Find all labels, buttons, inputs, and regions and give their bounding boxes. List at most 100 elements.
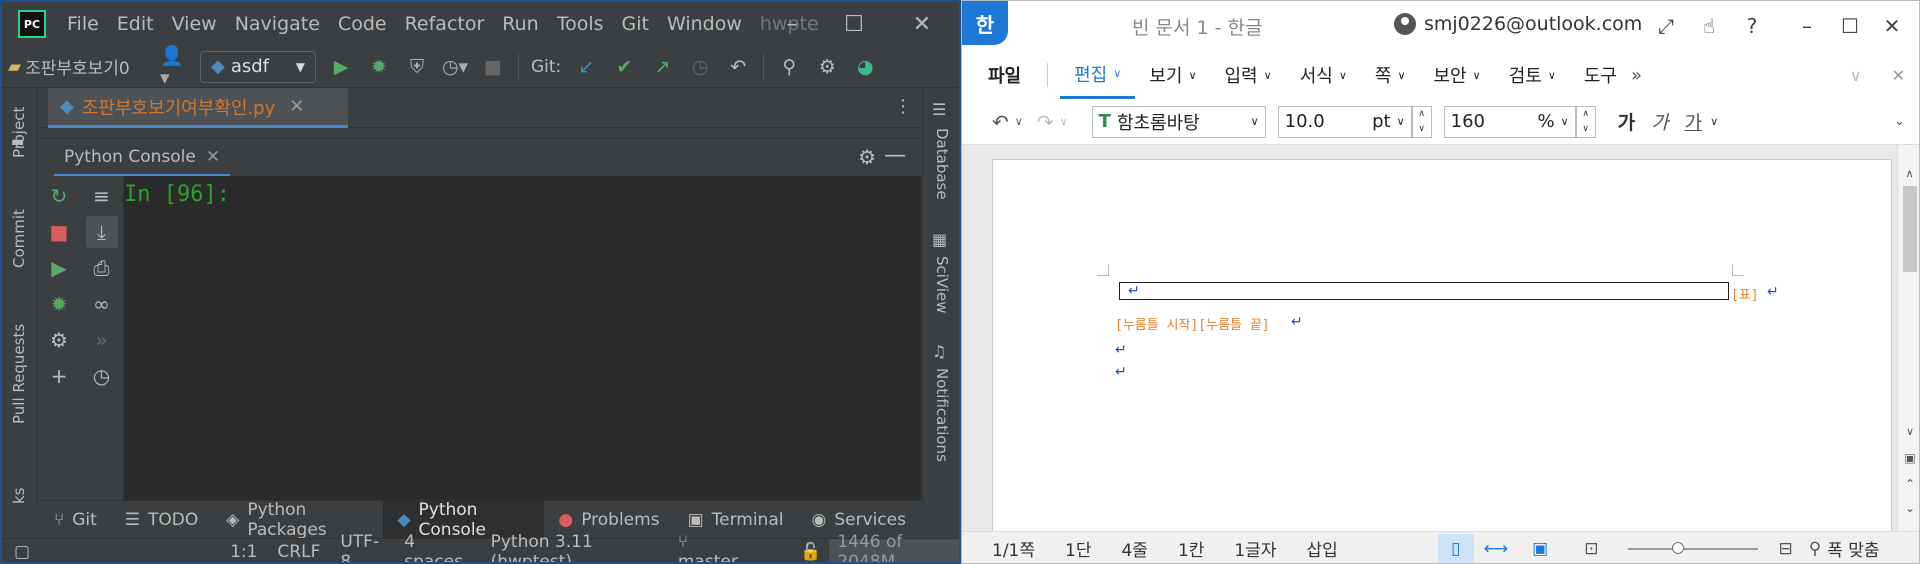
- git-push-icon[interactable]: ↗: [647, 52, 677, 82]
- lock-icon[interactable]: 🔓: [800, 542, 821, 562]
- git-update-icon[interactable]: ↙: [571, 52, 601, 82]
- project-selector[interactable]: ▰ 조판부호보기0: [8, 54, 156, 80]
- underline-button[interactable]: 가: [1685, 108, 1702, 135]
- close-tab-icon[interactable]: ✕: [289, 96, 304, 117]
- minimize-button[interactable]: –: [1787, 9, 1827, 43]
- settings-icon[interactable]: ⚙: [812, 52, 842, 82]
- prev-page-icon[interactable]: ⌃: [1898, 477, 1919, 491]
- soft-wrap-icon[interactable]: ≡: [87, 180, 117, 212]
- profile-icon[interactable]: ◷▾: [440, 52, 470, 82]
- fullscreen-icon[interactable]: ⤢: [1646, 9, 1686, 43]
- hand-icon[interactable]: ☝: [1689, 9, 1729, 43]
- search-icon[interactable]: ⚲: [1809, 539, 1821, 559]
- settings-icon[interactable]: ⚙: [44, 324, 74, 356]
- account[interactable]: smj0226@outlook.com: [1394, 13, 1642, 35]
- next-page-icon[interactable]: ⌄: [1898, 501, 1919, 515]
- close-tab-icon[interactable]: ✕: [206, 147, 220, 167]
- menu-file[interactable]: 파일: [974, 51, 1035, 99]
- user-icon[interactable]: 👤▾: [160, 45, 190, 89]
- run-config-dropdown[interactable]: ◆ asdf ▼: [200, 50, 316, 83]
- bold-button[interactable]: 가: [1618, 108, 1635, 135]
- table[interactable]: ↵: [1119, 282, 1729, 300]
- menu-tools[interactable]: 도구: [1570, 51, 1631, 99]
- redo-icon[interactable]: ↷: [1037, 110, 1054, 134]
- menu-page[interactable]: 쪽 ∨: [1361, 51, 1420, 99]
- scroll-thumb[interactable]: [1902, 186, 1917, 272]
- stop-icon[interactable]: ■: [44, 216, 74, 248]
- menu-edit[interactable]: Edit: [108, 2, 163, 46]
- document-page[interactable]: ↵ [표] ↵ [누름틀 시작][누름틀 끝] ↵ ↵ ↵: [992, 159, 1892, 539]
- scroll-down-icon[interactable]: ∨: [1898, 425, 1919, 438]
- minimize-button[interactable]: –: [762, 2, 822, 46]
- maximize-button[interactable]: ☐: [1830, 9, 1870, 43]
- fullpage-view-icon[interactable]: ⊡: [1584, 539, 1598, 559]
- fit-page-icon[interactable]: ⊟: [1778, 539, 1792, 559]
- more-icon[interactable]: ⋮: [894, 96, 912, 117]
- close-button[interactable]: ✕: [892, 2, 952, 46]
- menu-insert[interactable]: 입력 ∨: [1211, 51, 1286, 99]
- coverage-icon[interactable]: ⛨: [402, 52, 432, 82]
- variables-icon[interactable]: ∞: [87, 288, 117, 320]
- chevron-down-icon[interactable]: ∨: [1015, 115, 1023, 128]
- git-branch[interactable]: ⑂ master: [678, 532, 780, 563]
- font-select[interactable]: T 함초롬바탕 ∨: [1091, 105, 1266, 138]
- indent-setting[interactable]: 4 spaces: [404, 532, 470, 563]
- file-tab[interactable]: ◆ 조판부호보기여부확인.py ✕: [48, 88, 348, 128]
- python-console-tab[interactable]: Python Console ✕: [54, 139, 231, 177]
- todo-tab[interactable]: ☰ TODO: [111, 501, 213, 539]
- menu-edit[interactable]: 편집 ∨: [1060, 51, 1136, 99]
- menu-file[interactable]: File: [58, 2, 108, 46]
- git-commit-icon[interactable]: ✔: [609, 52, 639, 82]
- rerun-icon[interactable]: ↻: [44, 180, 74, 212]
- page-view-icon[interactable]: ▣: [1532, 539, 1548, 559]
- menu-view[interactable]: 보기 ∨: [1135, 51, 1210, 99]
- history-icon[interactable]: ◷: [685, 52, 715, 82]
- expand-ribbon-icon[interactable]: ⌄: [1894, 114, 1905, 129]
- bookmarks-tool-tab[interactable]: ks: [10, 487, 28, 504]
- more-actions-icon[interactable]: »: [87, 324, 117, 356]
- sciview-tool-tab[interactable]: SciView: [933, 256, 951, 314]
- close-ribbon-icon[interactable]: ✕: [1892, 66, 1905, 85]
- settings-icon[interactable]: ⚙: [858, 145, 876, 169]
- menu-run[interactable]: Run: [493, 2, 547, 46]
- git-tab[interactable]: ⑂ Git: [40, 501, 111, 539]
- zoom-slider[interactable]: [1628, 541, 1759, 554]
- search-icon[interactable]: ⚲: [774, 52, 804, 82]
- menu-refactor[interactable]: Refactor: [396, 2, 494, 46]
- execute-icon[interactable]: ▶: [44, 252, 74, 284]
- menu-navigate[interactable]: Navigate: [226, 2, 329, 46]
- menu-view[interactable]: View: [163, 2, 226, 46]
- caret-position[interactable]: 1:1: [230, 542, 257, 562]
- help-icon[interactable]: ?: [1732, 9, 1772, 43]
- memory-indicator[interactable]: 1446 of 2048M: [829, 532, 959, 562]
- commit-tool-tab[interactable]: Commit: [10, 209, 28, 268]
- vertical-scrollbar[interactable]: ∧ ∨ ▣ ⌃ ⌄: [1897, 145, 1919, 531]
- chevron-down-icon[interactable]: ∨: [1710, 115, 1718, 128]
- menu-tools[interactable]: Tools: [548, 2, 613, 46]
- menu-review[interactable]: 검토 ∨: [1495, 51, 1570, 99]
- more-menus-icon[interactable]: »: [1631, 65, 1642, 86]
- maximize-button[interactable]: ☐: [824, 2, 884, 46]
- pull-requests-tool-tab[interactable]: Pull Requests: [10, 324, 28, 424]
- menu-git[interactable]: Git: [613, 2, 658, 46]
- zoom-select[interactable]: 160 % ∨: [1443, 105, 1576, 138]
- split-view-icon[interactable]: ▣: [1898, 451, 1919, 465]
- zoom-spinner[interactable]: ∧ ∨: [1575, 105, 1596, 138]
- debug-icon[interactable]: ✹: [364, 52, 394, 82]
- line-separator[interactable]: CRLF: [277, 542, 320, 562]
- italic-button[interactable]: 가: [1651, 108, 1668, 135]
- jetbrains-icon[interactable]: ◕: [850, 52, 880, 82]
- hide-icon[interactable]: —: [884, 143, 906, 168]
- notifications-tool-tab[interactable]: Notifications: [933, 368, 951, 462]
- database-tool-tab[interactable]: Database: [933, 128, 951, 200]
- font-size-select[interactable]: 10.0 pt ∨: [1277, 105, 1412, 138]
- debug-icon[interactable]: ✹: [44, 288, 74, 320]
- scroll-end-icon[interactable]: ⤓: [85, 216, 118, 248]
- layout-icon[interactable]: ▢: [14, 542, 30, 562]
- zoom-slider-thumb[interactable]: [1672, 541, 1685, 554]
- normal-view-icon[interactable]: ▯: [1437, 533, 1474, 563]
- page-indicator[interactable]: 1/1쪽: [992, 536, 1035, 561]
- add-icon[interactable]: +: [44, 360, 74, 392]
- scroll-up-icon[interactable]: ∧: [1898, 167, 1919, 180]
- close-button[interactable]: ✕: [1872, 9, 1912, 43]
